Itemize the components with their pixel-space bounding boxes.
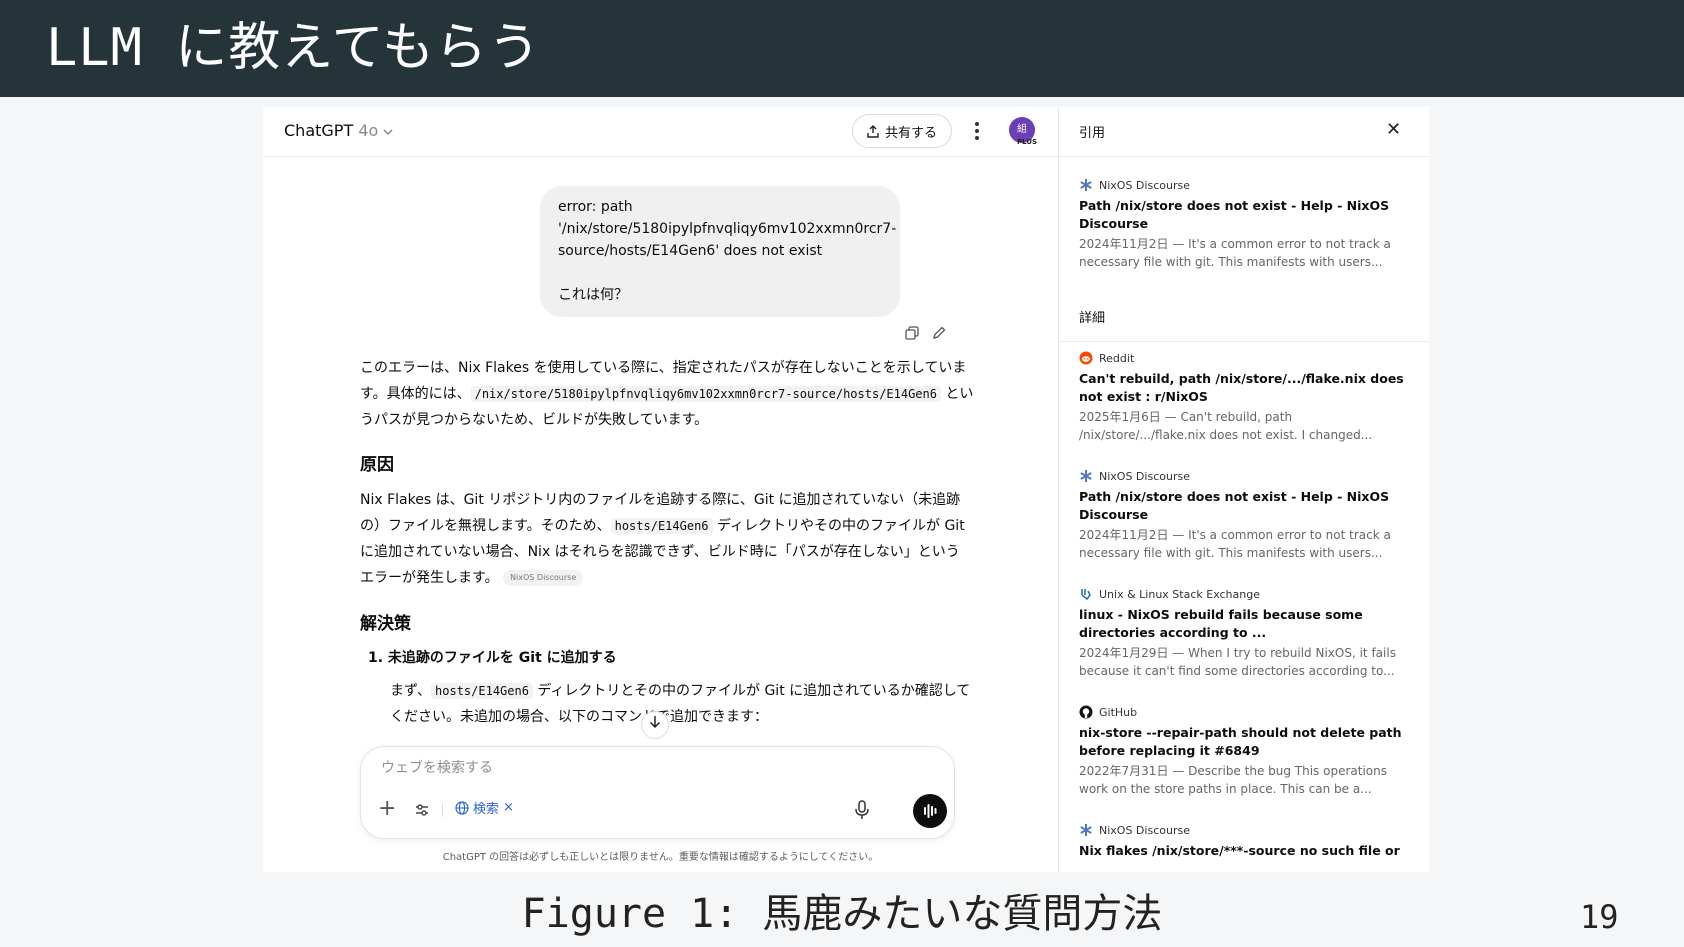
- citation-title: Can't rebuild, path /nix/store/.../flake…: [1079, 371, 1404, 404]
- disclaimer: ChatGPT の回答は必ずしも正しいとは限りません。重要な情報は確認するように…: [442, 852, 879, 863]
- citation-item[interactable]: NixOS Discourse Path /nix/store does not…: [1079, 177, 1409, 271]
- citation-snippet: 2024年11月2日 — It's a common error to not …: [1079, 237, 1391, 269]
- citation-source: NixOS Discourse: [1079, 468, 1409, 484]
- model-version: 4o: [358, 121, 379, 140]
- citation-snippet: 2024年11月2日 — It's a common error to not …: [1079, 528, 1391, 560]
- citation-item[interactable]: NixOS Discourse Nix flakes /nix/store/**…: [1079, 822, 1409, 860]
- model-name: ChatGPT: [284, 121, 354, 140]
- details-label: 詳細: [1079, 311, 1106, 326]
- plan-badge: PLUS: [1017, 138, 1038, 146]
- citation-source: GitHub: [1079, 704, 1409, 720]
- model-selector[interactable]: ChatGPT 4o: [284, 121, 393, 140]
- citation-source: Unix & Linux Stack Exchange: [1079, 586, 1409, 602]
- prompt-input[interactable]: [379, 759, 803, 777]
- copy-icon[interactable]: [904, 325, 920, 341]
- cause-paragraph: Nix Flakes は、Git リポジトリ内のファイルを追跡する際に、Git …: [360, 487, 972, 591]
- close-icon[interactable]: ×: [503, 800, 514, 815]
- tools-icon[interactable]: [414, 802, 430, 818]
- citation-item[interactable]: Reddit Can't rebuild, path /nix/store/..…: [1079, 350, 1409, 444]
- citation-title: Nix flakes /nix/store/***-source no such…: [1079, 843, 1400, 858]
- citation-snippet: 2022年7月31日 — Describe the bug This opera…: [1079, 764, 1387, 796]
- citation-source: NixOS Discourse: [1079, 822, 1409, 838]
- citation-source: Reddit: [1079, 350, 1409, 366]
- edit-icon[interactable]: [931, 325, 947, 341]
- citation-chip[interactable]: NixOS Discourse: [503, 570, 584, 586]
- figure-caption: Figure 1: 馬鹿みたいな質問方法: [521, 891, 1163, 937]
- answer-intro: このエラーは、Nix Flakes を使用している際に、指定されたパスが存在しな…: [360, 355, 975, 433]
- inline-code: /nix/store/5180ipylpfnvqliqy6mv102xxmn0r…: [470, 386, 941, 402]
- divider: [1059, 341, 1429, 342]
- citation-snippet: 2025年1月6日 — Can't rebuild, path /nix/sto…: [1079, 410, 1373, 442]
- answer-text: まず、: [390, 683, 432, 699]
- chatgpt-screenshot: ChatGPT 4o 共有する 組 PLUS error: path '/nix…: [263, 107, 1429, 872]
- user-message-line: error: path: [558, 199, 633, 215]
- composer-divider: [442, 803, 443, 817]
- chevron-down-icon: [383, 128, 393, 135]
- share-button[interactable]: 共有する: [852, 114, 952, 148]
- citation-title: nix-store --repair-path should not delet…: [1079, 725, 1402, 758]
- citation-title: Path /nix/store does not exist - Help - …: [1079, 198, 1390, 231]
- citation-title: Path /nix/store does not exist - Help - …: [1079, 489, 1390, 522]
- citation-title: linux - NixOS rebuild fails because some…: [1079, 607, 1363, 640]
- search-chip-label: 検索: [473, 802, 500, 817]
- share-icon: [867, 124, 879, 138]
- nixos-icon: [1080, 179, 1092, 191]
- inline-code: hosts/E14Gen6: [431, 683, 533, 699]
- citations-header: 引用 ✕: [1059, 107, 1429, 157]
- citation-item[interactable]: Unix & Linux Stack Exchange linux - NixO…: [1079, 586, 1409, 680]
- user-message: error: path '/nix/store/5180ipylpfnvqliq…: [540, 186, 900, 317]
- arrow-down-icon: [649, 716, 661, 729]
- citation-snippet: 2024年1月29日 — When I try to rebuild NixOS…: [1079, 646, 1396, 678]
- nixos-icon: [1080, 470, 1092, 482]
- solution-heading: 解決策: [360, 614, 411, 634]
- waveform-icon: [924, 804, 937, 818]
- microphone-icon[interactable]: [854, 800, 870, 820]
- github-icon: [1079, 705, 1093, 719]
- step-title: 1. 未追跡のファイルを Git に追加する: [368, 650, 617, 666]
- slide-header: LLM に教えてもらう: [0, 0, 1684, 97]
- inline-code: hosts/E14Gen6: [610, 518, 713, 534]
- user-message-line: source/hosts/E14Gen6' does not exist: [558, 243, 823, 259]
- close-icon[interactable]: ✕: [1386, 121, 1401, 139]
- search-toggle[interactable]: 検索 ×: [455, 798, 514, 817]
- page-number: 19: [1580, 898, 1619, 936]
- message-actions: [904, 325, 964, 345]
- plus-icon[interactable]: +: [378, 797, 396, 821]
- step-body: まず、 hosts/E14Gen6 ディレクトリとその中のファイルが Git に追…: [390, 678, 980, 730]
- citation-item[interactable]: NixOS Discourse Path /nix/store does not…: [1079, 468, 1409, 562]
- more-options-icon[interactable]: [969, 117, 985, 145]
- globe-icon: [455, 800, 469, 815]
- share-label: 共有する: [884, 125, 937, 141]
- slide-title: LLM に教えてもらう: [46, 18, 542, 78]
- voice-mode-button[interactable]: [913, 794, 947, 828]
- reddit-icon: [1079, 351, 1093, 365]
- scroll-down-button[interactable]: [641, 711, 669, 739]
- citation-item[interactable]: GitHub nix-store --repair-path should no…: [1079, 704, 1409, 798]
- nixos-icon: [1080, 824, 1092, 836]
- stackexchange-icon: [1081, 589, 1091, 601]
- cause-heading: 原因: [360, 455, 394, 475]
- citations-title: 引用: [1079, 126, 1106, 141]
- chat-topbar: ChatGPT 4o 共有する 組 PLUS: [263, 107, 1058, 157]
- composer: + 検索 ×: [360, 746, 955, 839]
- user-question: これは何？: [558, 287, 628, 303]
- user-message-line: '/nix/store/5180ipylpfnvqliqy6mv102xxmn0…: [558, 221, 897, 237]
- chat-panel: ChatGPT 4o 共有する 組 PLUS error: path '/nix…: [263, 107, 1059, 872]
- citations-panel: 引用 ✕ NixOS Discourse Path /nix/store doe…: [1059, 107, 1429, 872]
- citation-source: NixOS Discourse: [1079, 177, 1409, 193]
